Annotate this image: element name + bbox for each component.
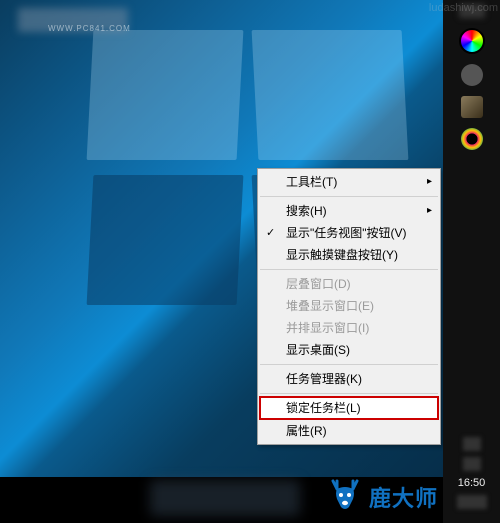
- deer-icon: [325, 477, 365, 517]
- taskbar-context-menu: 工具栏(T) 搜索(H) ✓显示"任务视图"按钮(V) 显示触摸键盘按钮(Y) …: [257, 168, 441, 445]
- menu-stack-windows: 堆叠显示窗口(E): [258, 295, 440, 317]
- watermark-bottom-blur: [150, 480, 300, 516]
- menu-toolbars[interactable]: 工具栏(T): [258, 171, 440, 193]
- menu-properties[interactable]: 属性(R): [258, 420, 440, 442]
- watermark-bottom-right: 鹿大师: [325, 477, 438, 517]
- watermark-top-left-url: WWW.PC841.COM: [48, 24, 131, 33]
- tray-small-icon[interactable]: [463, 457, 481, 471]
- tray-icon-color-wheel[interactable]: [459, 28, 485, 54]
- menu-separator: [260, 269, 438, 270]
- menu-separator: [260, 393, 438, 394]
- menu-cascade-windows: 层叠窗口(D): [258, 273, 440, 295]
- menu-lock-taskbar[interactable]: 锁定任务栏(L): [260, 397, 438, 419]
- tray-clock[interactable]: 16:50: [458, 477, 486, 489]
- menu-show-desktop[interactable]: 显示桌面(S): [258, 339, 440, 361]
- menu-separator: [260, 364, 438, 365]
- checkmark-icon: ✓: [266, 225, 275, 241]
- tray-small-icon[interactable]: [463, 437, 481, 451]
- tray-icon-gray[interactable]: [461, 64, 483, 86]
- menu-show-task-view-button[interactable]: ✓显示"任务视图"按钮(V): [258, 222, 440, 244]
- watermark-corner-url: ludashiwj.com: [429, 2, 498, 14]
- tray-icon-color-ring[interactable]: [461, 128, 483, 150]
- tray-small-icon[interactable]: [457, 495, 487, 509]
- menu-side-by-side-windows: 并排显示窗口(I): [258, 317, 440, 339]
- menu-task-manager[interactable]: 任务管理器(K): [258, 368, 440, 390]
- tray-icon-avatar[interactable]: [461, 96, 483, 118]
- menu-search[interactable]: 搜索(H): [258, 200, 440, 222]
- clock-time: 16:50: [458, 477, 486, 489]
- watermark-brand-text: 鹿大师: [369, 481, 438, 513]
- taskbar-vertical[interactable]: 16:50: [443, 0, 500, 523]
- menu-show-touch-keyboard-button[interactable]: 显示触摸键盘按钮(Y): [258, 244, 440, 266]
- taskbar-system-tray: 16:50: [443, 437, 500, 509]
- taskbar-pinned-area: [459, 4, 485, 150]
- menu-separator: [260, 196, 438, 197]
